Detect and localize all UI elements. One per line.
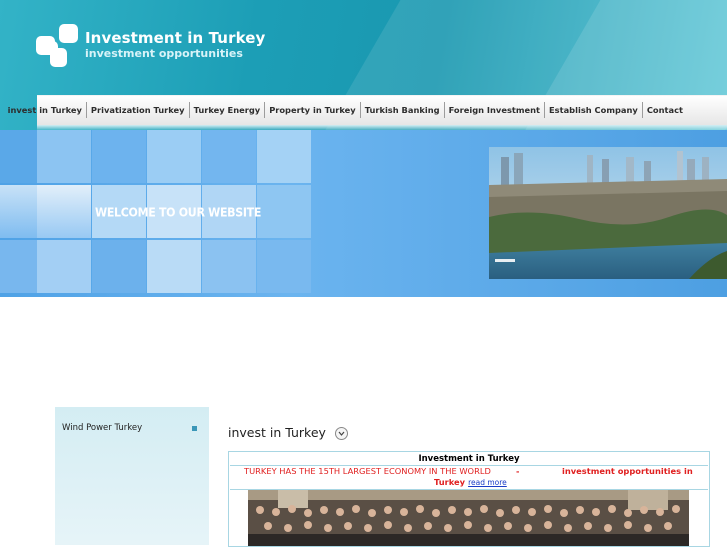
site-header: Investment in Turkey investment opportun…	[0, 0, 727, 130]
welcome-banner: WELCOME TO OUR WEBSITE	[0, 130, 727, 297]
table-header: Investment in Turkey	[230, 453, 708, 466]
nav-turkey-energy[interactable]: Turkey Energy	[190, 102, 266, 118]
welcome-text: WELCOME TO OUR WEBSITE	[95, 205, 262, 220]
page-title: invest in Turkey	[228, 425, 326, 440]
istanbul-city-photo	[489, 147, 727, 279]
chevron-down-icon[interactable]	[335, 427, 348, 440]
square-bullet-icon	[192, 426, 197, 431]
nav-turkish-banking[interactable]: Turkish Banking	[361, 102, 445, 118]
nav-foreign-investment[interactable]: Foreign Investment	[445, 102, 546, 118]
separator: -	[516, 466, 520, 476]
site-logo-icon[interactable]	[36, 24, 78, 68]
nav-contact[interactable]: Contact	[643, 102, 687, 118]
nav-establish-company[interactable]: Establish Company	[545, 102, 643, 118]
nav-privatization-turkey[interactable]: Privatization Turkey	[87, 102, 190, 118]
site-tagline: investment opportunities	[85, 47, 243, 60]
sidebar: Wind Power Turkey	[55, 407, 209, 545]
investment-table: Investment in Turkey TURKEY HAS THE 15TH…	[228, 451, 710, 547]
economy-rank-text: TURKEY HAS THE 15TH LARGEST ECONOMY IN T…	[244, 466, 491, 476]
site-title[interactable]: Investment in Turkey	[85, 29, 265, 47]
investment-opportunities-text-cont: Turkey read more	[434, 477, 507, 487]
nav-invest-in-turkey[interactable]: invest in Turkey	[4, 102, 87, 118]
sidebar-item-wind-power-turkey[interactable]: Wind Power Turkey	[62, 423, 142, 433]
main-navigation: invest in Turkey Privatization Turkey Tu…	[8, 95, 727, 130]
table-row: TURKEY HAS THE 15TH LARGEST ECONOMY IN T…	[230, 466, 708, 490]
conference-crowd-photo	[248, 490, 689, 546]
read-more-link[interactable]: read more	[468, 478, 507, 487]
nav-property-in-turkey[interactable]: Property in Turkey	[265, 102, 361, 118]
investment-opportunities-text: investment opportunities in	[562, 466, 693, 476]
